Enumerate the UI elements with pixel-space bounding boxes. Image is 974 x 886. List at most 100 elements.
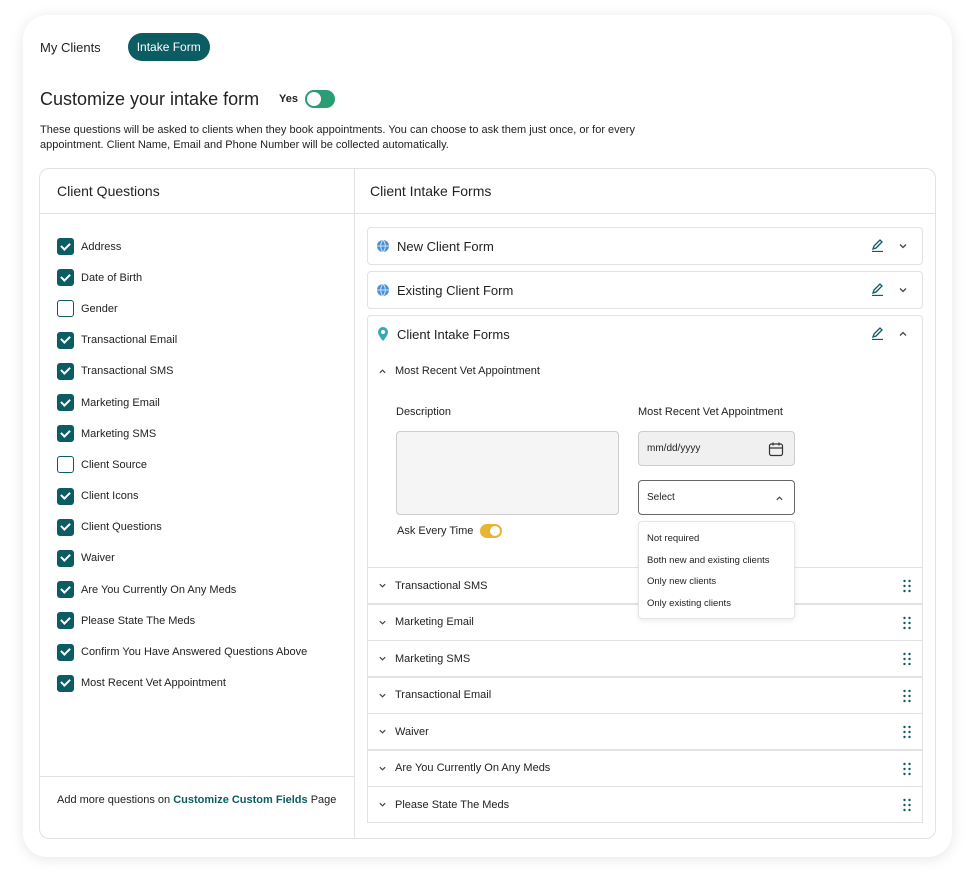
form-header[interactable]: Client Intake Forms (368, 316, 922, 352)
question-checkbox[interactable] (57, 643, 74, 661)
page-description: These questions will be asked to clients… (40, 124, 635, 151)
question-item[interactable]: Marketing Email (57, 387, 354, 418)
custom-fields-footer: Add more questions on Customize Custom F… (40, 776, 354, 838)
page-title: Customize your intake form (40, 89, 260, 109)
dropdown-option[interactable]: Both new and existing clients (639, 550, 794, 572)
edit-icon[interactable] (871, 239, 884, 252)
question-checkbox[interactable] (57, 518, 74, 536)
row-title: Marketing SMS (395, 652, 471, 665)
question-item[interactable]: Most Recent Vet Appointment (57, 668, 354, 699)
customize-custom-fields-link[interactable]: Customize Custom Fields (173, 794, 307, 806)
dropdown-option[interactable]: Only existing clients (639, 593, 794, 615)
drag-handle-icon[interactable] (902, 725, 912, 739)
question-label: Gender (81, 302, 118, 315)
date-placeholder: mm/dd/yyyy (647, 443, 701, 454)
question-item[interactable]: Address (57, 231, 354, 262)
chevron-down-icon[interactable] (898, 285, 908, 295)
client-questions-panel: Client Questions Address Date of Birth Gen… (40, 169, 355, 838)
ask-every-time-label: Ask Every Time (397, 525, 474, 537)
form-new-client[interactable]: New Client Form (367, 227, 923, 265)
edit-icon[interactable] (871, 283, 884, 296)
main-panel: Client Questions Address Date of Birth Gen… (39, 168, 936, 839)
toggle-label: Yes (279, 93, 298, 105)
dropdown-option[interactable]: Only new clients (639, 571, 794, 593)
question-label: Please State The Meds (81, 614, 196, 627)
question-checkbox[interactable] (57, 581, 74, 599)
question-row[interactable]: Waiver (367, 713, 923, 750)
drag-handle-icon[interactable] (902, 652, 912, 666)
question-checkbox[interactable] (57, 487, 74, 505)
question-item[interactable]: Are You Currently On Any Meds (57, 574, 354, 605)
select-value: Select (647, 492, 675, 503)
description-textarea[interactable] (396, 431, 619, 515)
ask-frequency-select[interactable]: Select (638, 480, 795, 515)
question-checkbox[interactable] (57, 394, 74, 412)
chevron-up-icon[interactable] (378, 367, 387, 376)
question-item[interactable]: Client Icons (57, 481, 354, 512)
chevron-down-icon[interactable] (378, 654, 387, 663)
chevron-down-icon[interactable] (898, 241, 908, 251)
question-row[interactable]: Marketing SMS (367, 640, 923, 677)
question-item[interactable]: Client Source (57, 449, 354, 480)
form-title: Existing Client Form (397, 282, 514, 298)
question-row[interactable]: Are You Currently On Any Meds (367, 749, 923, 787)
chevron-down-icon[interactable] (378, 800, 387, 809)
form-existing-client[interactable]: Existing Client Form (367, 271, 923, 309)
drag-handle-icon[interactable] (902, 689, 912, 703)
section-header-most-recent-vet[interactable]: Most Recent Vet Appointment (368, 352, 922, 390)
question-item[interactable]: Marketing SMS (57, 418, 354, 449)
globe-icon (377, 239, 389, 253)
question-row[interactable]: Please State The Meds (367, 786, 923, 823)
chevron-down-icon[interactable] (378, 727, 387, 736)
question-checkbox[interactable] (57, 238, 74, 256)
chevron-down-icon[interactable] (378, 618, 387, 627)
form-header[interactable]: New Client Form (368, 228, 922, 264)
footer-prefix: Add more questions on (57, 794, 174, 806)
toggle-knob (306, 92, 321, 106)
client-questions-title: Client Questions (40, 169, 354, 214)
nav-intake-form[interactable]: Intake Form (127, 33, 210, 61)
row-title: Are You Currently On Any Meds (395, 762, 551, 774)
question-label: Transactional Email (81, 334, 178, 347)
chevron-up-icon[interactable] (898, 329, 908, 339)
drag-handle-icon[interactable] (902, 579, 912, 593)
question-item[interactable]: Client Questions (57, 512, 354, 543)
question-checkbox[interactable] (57, 331, 74, 349)
drag-handle-icon[interactable] (902, 798, 912, 812)
question-checkbox[interactable] (57, 456, 74, 474)
question-label: Client Source (81, 458, 148, 471)
question-checkbox[interactable] (57, 300, 74, 318)
question-item[interactable]: Date of Birth (57, 262, 354, 293)
drag-handle-icon[interactable] (902, 616, 912, 630)
ask-frequency-dropdown: Not required Both new and existing clien… (638, 521, 795, 619)
ask-every-time-toggle[interactable] (480, 524, 503, 538)
top-nav: My Clients Intake Form (40, 33, 210, 61)
question-checkbox[interactable] (57, 362, 74, 380)
question-item[interactable]: Waiver (57, 543, 354, 574)
question-checkbox[interactable] (57, 549, 74, 567)
nav-my-clients[interactable]: My Clients (40, 40, 101, 55)
question-item[interactable]: Transactional SMS (57, 356, 354, 387)
question-row[interactable]: Transactional Email (367, 676, 923, 714)
question-checkbox[interactable] (57, 269, 74, 287)
enable-toggle[interactable] (304, 90, 335, 108)
question-checkbox[interactable] (57, 612, 74, 630)
question-checkbox[interactable] (57, 425, 74, 443)
edit-icon[interactable] (871, 327, 884, 340)
question-item[interactable]: Confirm You Have Answered Questions Abov… (57, 636, 354, 667)
question-item[interactable]: Transactional Email (57, 325, 354, 356)
expanded-section: Most Recent Vet Appointment (368, 352, 922, 390)
form-header[interactable]: Existing Client Form (368, 272, 922, 308)
dropdown-option[interactable]: Not required (639, 528, 794, 550)
chevron-down-icon[interactable] (378, 581, 387, 590)
question-item[interactable]: Gender (57, 293, 354, 324)
client-intake-forms-panel: Client Intake Forms New Client Form Exis… (355, 169, 935, 838)
drag-handle-icon[interactable] (902, 762, 912, 776)
date-input[interactable]: mm/dd/yyyy (638, 431, 795, 466)
question-checkbox[interactable] (57, 674, 74, 692)
question-item[interactable]: Please State The Meds (57, 605, 354, 636)
chevron-down-icon[interactable] (378, 691, 387, 700)
form-actions (871, 283, 908, 296)
chevron-down-icon[interactable] (378, 764, 387, 773)
calendar-icon[interactable] (768, 441, 784, 457)
